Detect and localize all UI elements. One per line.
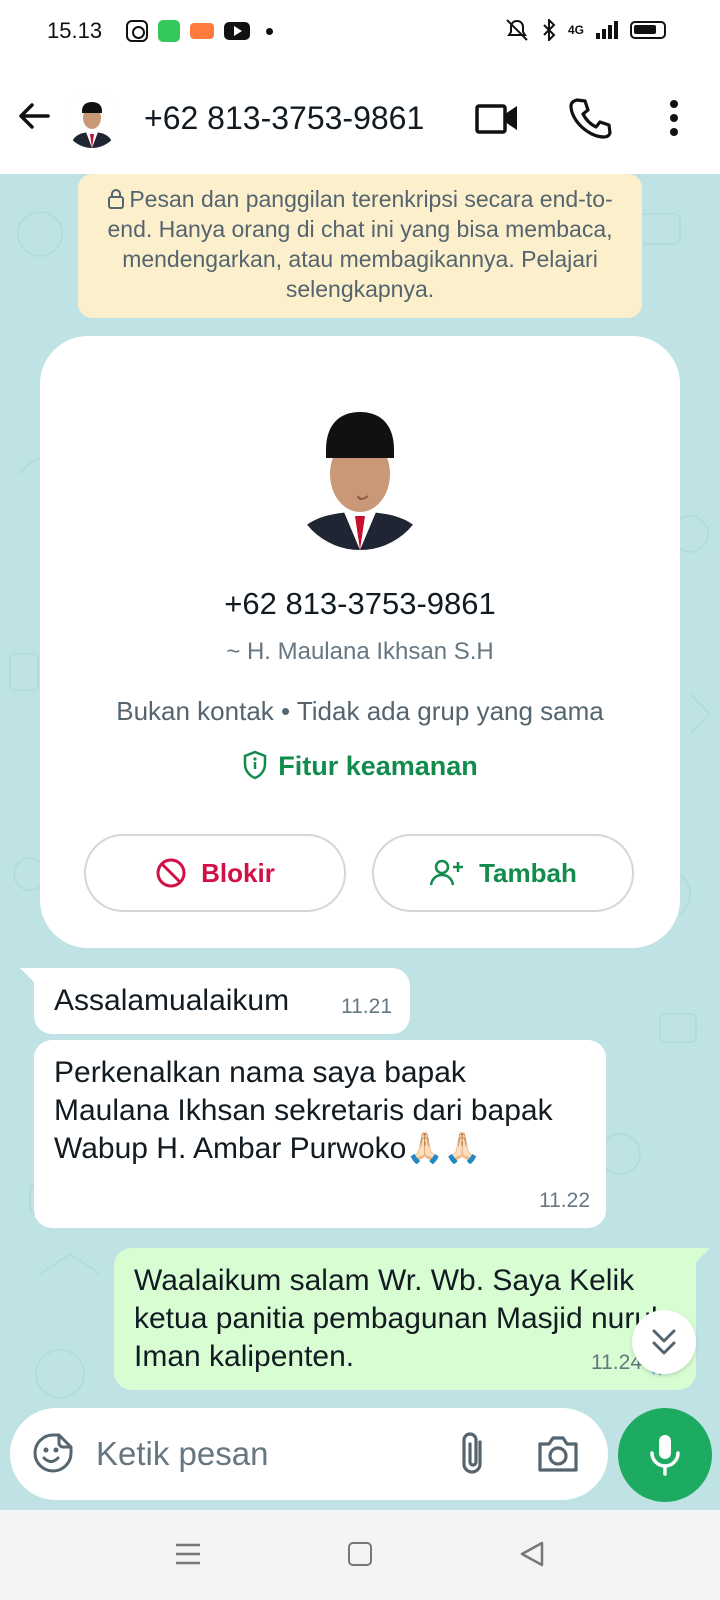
add-person-icon [429,859,464,886]
video-call-icon[interactable] [474,98,520,138]
add-contact-button[interactable]: Tambah [372,834,634,912]
profile-photo[interactable] [292,400,428,550]
network-type: 4G [567,23,584,37]
more-notifications-dot [266,27,273,35]
instagram-icon [126,20,148,42]
message-time: 11.21 [341,995,392,1018]
encryption-notice[interactable]: Pesan dan panggilan terenkripsi secara e… [78,174,642,318]
profile-info: Bukan kontak • Tidak ada grup yang sama [116,696,604,726]
scroll-to-bottom-button[interactable] [632,1310,696,1374]
signal-icon [596,21,618,39]
encryption-text: Pesan dan panggilan terenkripsi secara e… [107,186,613,302]
message-text: Perkenalkan nama saya bapak Maulana Ikhs… [54,1056,553,1165]
message-time: 11.22 [539,1189,590,1212]
arrow-left-icon[interactable] [14,96,54,136]
message-text: Assalamualaikum [54,984,290,1017]
mute-icon [506,19,528,41]
paperclip-icon[interactable] [456,1430,492,1478]
message-composer [10,1408,608,1500]
chat-area[interactable]: Pesan dan panggilan terenkripsi secara e… [0,174,720,1510]
contact-title[interactable]: +62 813-3753-9861 [144,100,424,137]
message-bubble-outgoing[interactable]: Waalaikum salam Wr. Wb. Saya Kelik ketua… [114,1248,710,1390]
phone-icon[interactable] [568,96,612,140]
app-notification-icon [158,20,180,42]
security-features-label: Fitur keamanan [278,751,478,781]
home-icon[interactable] [348,1542,372,1566]
status-bar: 15.13 4G [0,0,720,64]
camera-icon[interactable] [536,1432,580,1474]
block-label: Blokir [201,857,275,888]
block-button[interactable]: Blokir [84,834,346,912]
message-input[interactable] [96,1428,426,1480]
voice-message-button[interactable] [618,1408,712,1502]
avatar[interactable] [64,92,120,148]
notification-icons [126,20,273,42]
chat-header: +62 813-3753-9861 [0,64,720,174]
message-bubble-incoming[interactable]: Perkenalkan nama saya bapak Maulana Ikhs… [34,1040,606,1228]
contact-profile-card: +62 813-3753-9861 ~ H. Maulana Ikhsan S.… [40,336,680,948]
add-label: Tambah [479,857,577,888]
profile-phone: +62 813-3753-9861 [224,586,496,621]
more-vertical-icon[interactable] [660,96,688,140]
game-notification-icon [190,23,214,39]
system-icons: 4G [504,18,666,42]
recent-apps-icon[interactable] [174,1540,202,1568]
back-triangle-icon[interactable] [518,1540,546,1568]
sticker-icon[interactable] [32,1432,74,1474]
system-navigation-bar [0,1510,720,1600]
message-bubble-incoming[interactable]: Assalamualaikum 11.21 [20,968,410,1034]
status-time: 15.13 [47,18,103,43]
security-features-link[interactable]: Fitur keamanan [40,750,680,782]
shield-icon [243,750,267,780]
youtube-icon [224,22,250,40]
block-icon [156,858,186,888]
mic-icon [650,1435,680,1476]
battery-icon [630,21,666,39]
profile-display-name: ~ H. Maulana Ikhsan S.H [226,638,494,665]
chevron-double-down-icon [652,1329,676,1355]
bluetooth-icon [543,19,556,41]
lock-icon [108,189,125,209]
message-text: Waalaikum salam Wr. Wb. Saya Kelik ketua… [134,1264,658,1373]
